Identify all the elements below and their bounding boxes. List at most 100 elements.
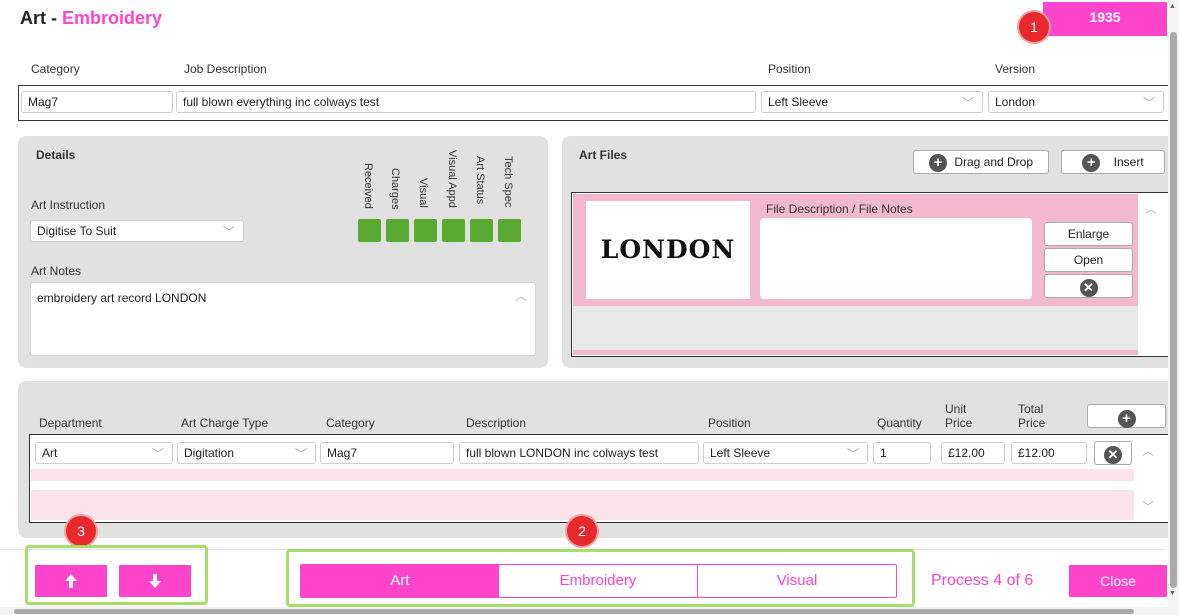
art-thumbnail[interactable]: LONDON: [586, 201, 750, 299]
department-value: Art: [42, 446, 58, 460]
job-description-label: Job Description: [184, 62, 267, 76]
chevron-down-icon: ﹀: [846, 447, 859, 461]
process-indicator: Process 4 of 6: [931, 572, 1034, 589]
art-notes-textarea[interactable]: embroidery art record LONDON ︿: [30, 282, 536, 356]
title-art: Art: [20, 8, 46, 28]
plus-icon: +: [1082, 153, 1101, 172]
page-title: Art - Embroidery: [20, 8, 162, 29]
table-row-department[interactable]: Art ﹀: [35, 442, 173, 464]
art-files-title: Art Files: [579, 148, 628, 162]
art-instruction-select[interactable]: Digitise To Suit ﹀: [30, 220, 244, 242]
title-separator: -: [51, 8, 58, 28]
category-label: Category: [31, 62, 80, 76]
status-tech-spec-indicator[interactable]: [498, 219, 521, 242]
table-row-unit-price[interactable]: £12.00: [941, 442, 1005, 464]
status-art-status-indicator[interactable]: [470, 219, 493, 242]
chevron-up-icon: ︿: [1142, 444, 1155, 458]
annotation-badge-1: 1: [1019, 12, 1049, 42]
col-category: Category: [326, 416, 375, 430]
position-select-value: Left Sleeve: [768, 95, 829, 109]
position-label: Position: [768, 62, 811, 76]
table-row-art-charge-type[interactable]: Digitation ﹀: [177, 442, 316, 464]
col-art-charge-type: Art Charge Type: [181, 416, 269, 430]
table-row-quantity[interactable]: 1: [873, 442, 931, 464]
version-select[interactable]: London ﹀: [988, 91, 1164, 113]
status-label-art-status: Art Status: [474, 156, 486, 205]
thumbnail-logo-text: LONDON: [600, 235, 736, 264]
chevron-down-icon: ﹀: [1142, 500, 1155, 514]
process-tabs: Art Embroidery Visual: [300, 564, 897, 598]
drag-and-drop-label: Drag and Drop: [954, 155, 1034, 169]
move-down-button[interactable]: [119, 565, 191, 597]
charges-row-stripe: [31, 469, 1134, 481]
scroll-down-arrow-icon[interactable]: ▼: [1169, 590, 1176, 597]
status-label-tech-spec: Tech Spec: [502, 156, 514, 208]
enlarge-button[interactable]: Enlarge: [1044, 222, 1133, 246]
art-instruction-label: Art Instruction: [31, 198, 106, 212]
chevron-up-icon: ︿: [1145, 202, 1158, 216]
art-instruction-value: Digitise To Suit: [37, 224, 117, 238]
tab-visual[interactable]: Visual: [698, 565, 896, 597]
add-charge-button[interactable]: +: [1087, 404, 1166, 428]
job-number-button[interactable]: 1935: [1043, 2, 1167, 36]
row-position-value: Left Sleeve: [710, 446, 771, 460]
table-row-total-price[interactable]: £12.00: [1011, 442, 1087, 464]
status-label-visual-appd: Visual Appd: [446, 150, 458, 208]
art-file-row-footer: [573, 350, 1138, 355]
close-icon: ✕: [1104, 445, 1122, 464]
col-total-price: Total Price: [1018, 402, 1046, 430]
close-icon: ✕: [1079, 278, 1098, 297]
tab-embroidery[interactable]: Embroidery: [499, 565, 698, 597]
annotation-badge-2: 2: [567, 516, 597, 546]
vertical-scroll-thumb[interactable]: [1170, 32, 1177, 588]
arrow-up-icon: [65, 573, 77, 588]
chevron-down-icon: ﹀: [294, 447, 307, 461]
status-label-charges: Charges: [389, 168, 401, 210]
status-label-visual: Visual: [417, 178, 429, 208]
art-file-row-empty: [573, 306, 1138, 350]
job-description-field[interactable]: full blown everything inc colways test: [176, 91, 756, 113]
close-button[interactable]: Close: [1069, 565, 1167, 597]
col-description: Description: [466, 416, 527, 430]
drag-and-drop-button[interactable]: + Drag and Drop: [913, 150, 1049, 174]
chevron-down-icon: ﹀: [222, 225, 235, 239]
chevron-down-icon: ﹀: [1142, 96, 1155, 110]
version-label: Version: [995, 62, 1036, 76]
file-description-textarea[interactable]: [760, 218, 1032, 299]
chevron-down-icon: ﹀: [151, 447, 164, 461]
version-select-value: London: [995, 95, 1036, 109]
status-charges-indicator[interactable]: [386, 219, 409, 242]
status-received-indicator[interactable]: [358, 219, 381, 242]
open-button[interactable]: Open: [1044, 248, 1133, 272]
delete-charge-button[interactable]: ✕: [1094, 441, 1132, 465]
table-row-position[interactable]: Left Sleeve ﹀: [703, 442, 868, 464]
art-notes-label: Art Notes: [31, 264, 82, 278]
file-description-label: File Description / File Notes: [766, 202, 913, 216]
col-department: Department: [39, 416, 102, 430]
col-unit-price: Unit Price: [945, 402, 973, 430]
plus-icon: +: [1117, 409, 1136, 428]
delete-file-button[interactable]: ✕: [1044, 274, 1133, 298]
plus-icon: +: [928, 153, 947, 172]
status-visual-appd-indicator[interactable]: [442, 219, 465, 242]
table-row-description[interactable]: full blown LONDON inc colways test: [459, 442, 699, 464]
scroll-up-arrow-icon[interactable]: ▲: [1169, 3, 1176, 10]
col-position: Position: [708, 416, 751, 430]
position-select[interactable]: Left Sleeve ﹀: [761, 91, 983, 113]
insert-button[interactable]: + Insert: [1061, 150, 1165, 174]
category-field[interactable]: Mag7: [21, 91, 173, 113]
details-title: Details: [36, 148, 76, 162]
horizontal-scroll-thumb[interactable]: [14, 609, 1134, 614]
title-type: Embroidery: [62, 8, 163, 28]
table-row-category[interactable]: Mag7: [320, 442, 454, 464]
chevron-up-icon: ︿: [514, 289, 527, 303]
move-up-button[interactable]: [35, 565, 107, 597]
art-charge-type-value: Digitation: [184, 446, 235, 460]
annotation-badge-3: 3: [66, 516, 96, 546]
tab-art[interactable]: Art: [301, 565, 499, 597]
status-visual-indicator[interactable]: [414, 219, 437, 242]
status-label-received: Received: [362, 163, 374, 209]
col-quantity: Quantity: [877, 416, 922, 430]
arrow-down-icon: [149, 573, 161, 588]
chevron-down-icon: ﹀: [961, 96, 974, 110]
